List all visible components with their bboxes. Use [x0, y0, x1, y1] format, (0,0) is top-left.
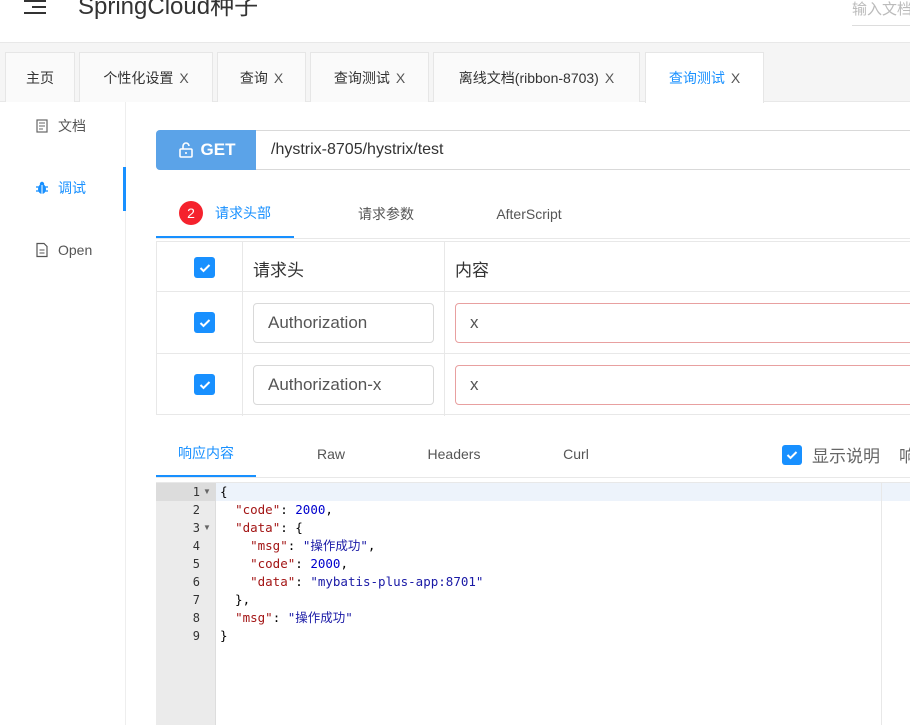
tab-response-content[interactable]: 响应内容	[156, 430, 256, 477]
line-number: 9	[192, 629, 200, 643]
check-icon	[786, 450, 798, 459]
app-header: SpringCloud种子 输入文档	[0, 0, 910, 43]
header-value-input[interactable]: x	[455, 303, 910, 343]
check-icon	[199, 380, 210, 389]
tab-label: Curl	[563, 445, 589, 462]
count-badge: 2	[179, 201, 203, 225]
sidebar-item-debug[interactable]: 调试	[0, 166, 126, 210]
method-button[interactable]: GET	[156, 130, 256, 170]
response-editor[interactable]: 1 2 3 4 5 6 7 8 9 ▼ ▼ { "code": 2000, "d…	[156, 482, 910, 725]
tab-raw[interactable]: Raw	[281, 430, 381, 477]
file-icon	[34, 242, 50, 258]
close-icon[interactable]: X	[731, 70, 740, 86]
request-tabs: 2 请求头部 请求参数 AfterScript	[156, 190, 910, 239]
line-number: 7	[192, 593, 200, 607]
tab-label: 查询测试	[668, 70, 725, 86]
show-description-toggle[interactable]: 显示说明	[782, 442, 880, 467]
tab-label: 个性化设置	[103, 69, 174, 86]
show-description-checkbox[interactable]	[782, 444, 802, 465]
column-header-value: 内容	[455, 261, 489, 280]
close-icon[interactable]: X	[396, 70, 405, 86]
line-number: 1	[192, 485, 200, 499]
column-header-name: 请求头	[253, 261, 304, 280]
tab-label: Headers	[427, 445, 481, 462]
headers-table: 请求头 内容 Authorization x Authorization-x x	[156, 241, 910, 416]
method-label: GET	[200, 140, 236, 159]
close-icon[interactable]: X	[179, 70, 188, 86]
tab-offline-docs[interactable]: 离线文档(ribbon-8703) X	[433, 52, 640, 102]
tab-home[interactable]: 主页	[5, 52, 75, 102]
sidebar-item-label: 调试	[58, 180, 86, 196]
line-number: 8	[192, 611, 200, 625]
show-description-label: 显示说明	[812, 447, 880, 466]
url-bar: GET /hystrix-8705/hystrix/test	[156, 130, 910, 170]
tab-personal-settings[interactable]: 个性化设置 X	[79, 52, 213, 102]
url-input[interactable]: /hystrix-8705/hystrix/test	[271, 141, 444, 159]
tab-query-test[interactable]: 查询测试 X	[310, 52, 429, 102]
response-json: { "code": 2000, "data": { "msg": "操作成功",…	[220, 484, 484, 643]
tab-label: 响应内容	[178, 444, 234, 461]
menu-toggle-icon[interactable]	[24, 0, 48, 14]
header-value-input[interactable]: x	[455, 365, 910, 405]
search-input[interactable]: 输入文档	[852, 0, 910, 26]
bug-icon	[34, 180, 50, 196]
line-number: 2	[192, 503, 200, 517]
line-number: 3	[192, 521, 200, 535]
tab-label: 主页	[26, 69, 54, 86]
tab-headers[interactable]: Headers	[404, 430, 504, 477]
row-checkbox[interactable]	[194, 374, 215, 395]
print-margin	[881, 483, 882, 725]
response-tabs: 响应内容 Raw Headers Curl 显示说明 响	[156, 430, 910, 478]
row-checkbox[interactable]	[194, 312, 215, 333]
close-icon[interactable]: X	[274, 70, 283, 86]
tab-bar: 主页 个性化设置 X 查询 X 查询测试 X 离线文档(ribbon-8703)…	[0, 43, 910, 103]
active-indicator	[123, 167, 126, 211]
fold-arrow-icon[interactable]: ▼	[203, 483, 211, 501]
table-row: Authorization x	[157, 292, 910, 354]
sidebar-item-docs[interactable]: 文档	[0, 104, 126, 148]
line-number: 4	[192, 539, 200, 553]
table-row: Authorization-x x	[157, 354, 910, 416]
unlock-icon	[178, 142, 193, 158]
tab-query[interactable]: 查询 X	[217, 52, 306, 102]
line-number: 6	[192, 575, 200, 589]
tab-label: 查询测试	[333, 69, 390, 86]
tab-label: Raw	[316, 445, 345, 462]
tab-label: 离线文档(ribbon-8703)	[458, 69, 599, 86]
tab-label: 请求参数	[358, 206, 414, 222]
tab-label: 请求头部	[215, 205, 271, 221]
tab-label: AfterScript	[496, 206, 562, 222]
fold-arrow-icon[interactable]: ▼	[203, 519, 211, 537]
select-all-checkbox[interactable]	[194, 257, 215, 278]
tab-curl[interactable]: Curl	[526, 430, 626, 477]
table-header-row: 请求头 内容	[157, 242, 910, 292]
check-icon	[199, 263, 210, 272]
sidebar-item-label: Open	[58, 242, 93, 258]
close-icon[interactable]: X	[605, 70, 614, 86]
tab-request-params[interactable]: 请求参数	[326, 190, 446, 238]
tab-after-script[interactable]: AfterScript	[468, 190, 590, 238]
app-title: SpringCloud种子	[78, 0, 259, 20]
sidebar-item-open[interactable]: Open	[0, 228, 126, 272]
sidebar-item-label: 文档	[58, 118, 86, 134]
tab-request-headers[interactable]: 2 请求头部	[156, 190, 294, 238]
document-icon	[34, 118, 50, 134]
tab-label: 查询	[239, 69, 268, 86]
tab-query-test-active[interactable]: 查询测试 X	[645, 52, 764, 103]
header-name-input[interactable]: Authorization-x	[253, 365, 434, 405]
response-extra-label: 响	[899, 447, 910, 466]
line-number: 5	[192, 557, 200, 571]
header-name-input[interactable]: Authorization	[253, 303, 434, 343]
sidebar: 文档 调试 Open	[0, 102, 126, 725]
check-icon	[199, 318, 210, 327]
